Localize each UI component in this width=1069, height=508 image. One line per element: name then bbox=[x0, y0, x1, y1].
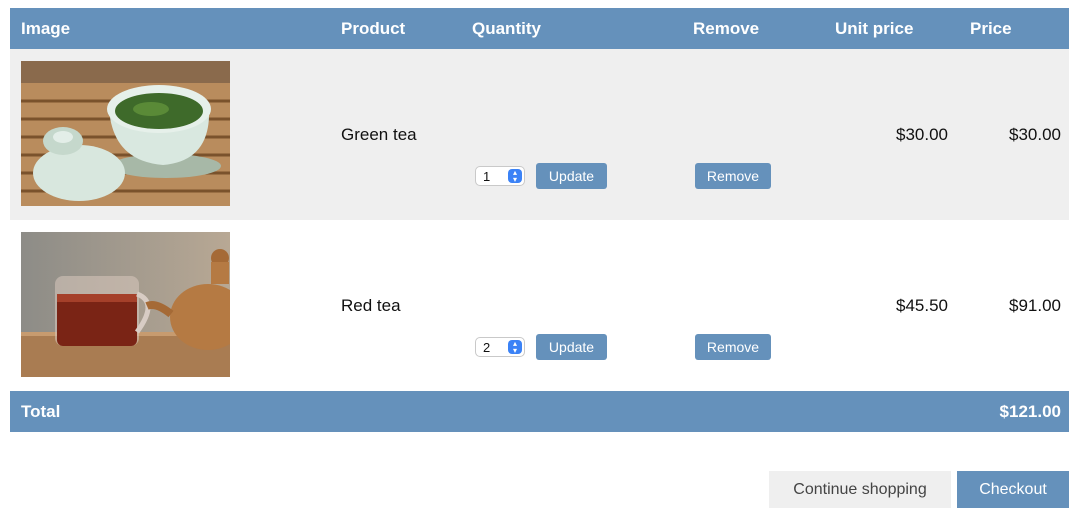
stepper-icon: ▴ ▾ bbox=[508, 340, 522, 355]
header-image: Image bbox=[21, 19, 71, 38]
unit-price: $30.00 bbox=[896, 125, 948, 144]
table-header: Image Product Quantity Remove Unit price… bbox=[10, 8, 1069, 49]
unit-price: $45.50 bbox=[896, 296, 948, 315]
checkout-button[interactable]: Checkout bbox=[957, 471, 1069, 508]
update-button[interactable]: Update bbox=[536, 163, 607, 189]
table-row: Green tea 1 ▴ ▾ Update Remove $30.00 $30.… bbox=[10, 49, 1069, 220]
total-row: Total $121.00 bbox=[10, 391, 1069, 432]
product-name: Green tea bbox=[341, 125, 417, 144]
remove-button[interactable]: Remove bbox=[695, 163, 771, 189]
total-label: Total bbox=[21, 402, 61, 421]
line-price: $91.00 bbox=[1009, 296, 1061, 315]
update-button[interactable]: Update bbox=[536, 334, 607, 360]
quantity-value: 2 bbox=[483, 340, 491, 355]
quantity-select[interactable]: 2 ▴ ▾ bbox=[475, 337, 525, 357]
line-price: $30.00 bbox=[1009, 125, 1061, 144]
header-unit-price: Unit price bbox=[835, 19, 914, 38]
product-image-green-tea bbox=[21, 61, 230, 206]
header-remove: Remove bbox=[693, 19, 760, 38]
header-price: Price bbox=[970, 19, 1012, 38]
cart-table: Image Product Quantity Remove Unit price… bbox=[10, 8, 1069, 432]
remove-button[interactable]: Remove bbox=[695, 334, 771, 360]
product-name: Red tea bbox=[341, 296, 401, 315]
header-product: Product bbox=[341, 19, 406, 38]
header-quantity: Quantity bbox=[472, 19, 541, 38]
total-value: $121.00 bbox=[999, 402, 1061, 421]
quantity-value: 1 bbox=[483, 169, 491, 184]
product-image-red-tea bbox=[21, 232, 230, 377]
stepper-icon: ▴ ▾ bbox=[508, 169, 522, 184]
quantity-select[interactable]: 1 ▴ ▾ bbox=[475, 166, 525, 186]
table-row: Red tea 2 ▴ ▾ Update Remove $45.50 $91.00 bbox=[10, 220, 1069, 391]
continue-shopping-button[interactable]: Continue shopping bbox=[769, 471, 951, 508]
